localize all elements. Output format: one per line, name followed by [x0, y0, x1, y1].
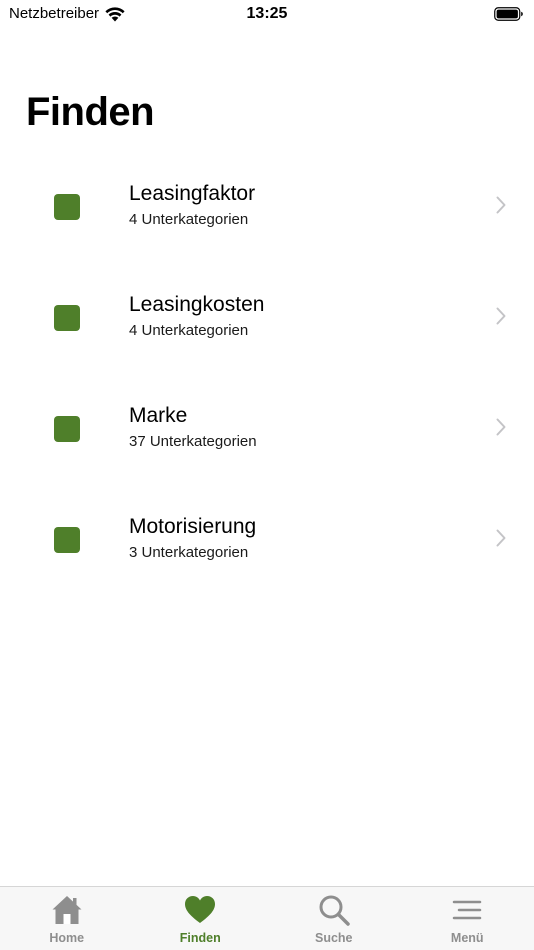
- list-item-motorisierung[interactable]: Motorisierung 3 Unterkategorien: [0, 483, 534, 594]
- list-item-title: Leasingkosten: [129, 293, 265, 316]
- tab-label: Menü: [450, 931, 484, 945]
- category-color-square: [54, 416, 80, 442]
- list-item-subtitle: 37 Unterkategorien: [129, 433, 257, 450]
- home-icon: [52, 896, 82, 924]
- tab-suche[interactable]: Suche: [267, 887, 401, 950]
- category-color-square: [54, 194, 80, 220]
- status-bar: Netzbetreiber 13:25: [0, 0, 534, 30]
- chevron-right-icon: [496, 196, 506, 214]
- category-color-square: [54, 305, 80, 331]
- list-item-leasingfaktor[interactable]: Leasingfaktor 4 Unterkategorien: [0, 150, 534, 261]
- search-icon: [319, 895, 350, 926]
- battery-icon: [494, 7, 523, 21]
- tab-menue[interactable]: Menü: [401, 887, 534, 950]
- list-item-title: Motorisierung: [129, 515, 257, 538]
- list-item-subtitle: 4 Unterkategorien: [129, 322, 249, 339]
- list-item-leasingkosten[interactable]: Leasingkosten 4 Unterkategorien: [0, 261, 534, 372]
- status-time: 13:25: [246, 5, 288, 22]
- list-item-marke[interactable]: Marke 37 Unterkategorien: [0, 372, 534, 483]
- list-item-subtitle: 3 Unterkategorien: [129, 544, 249, 561]
- page-title: Finden: [26, 90, 155, 134]
- list-item-title: Leasingfaktor: [129, 182, 256, 205]
- tab-label: Home: [49, 931, 85, 945]
- category-list: Leasingfaktor 4 Unterkategorien Leasingk…: [0, 150, 534, 594]
- heart-icon: [185, 896, 216, 923]
- category-color-square: [54, 527, 80, 553]
- list-item-title: Marke: [129, 404, 188, 427]
- chevron-right-icon: [496, 529, 506, 547]
- tab-home[interactable]: Home: [0, 887, 134, 950]
- menu-icon: [453, 900, 482, 920]
- chevron-right-icon: [496, 418, 506, 436]
- tab-finden[interactable]: Finden: [134, 887, 268, 950]
- tab-label: Finden: [179, 931, 221, 945]
- tab-bar: Home Finden Suche Menü: [0, 886, 534, 950]
- tab-label: Suche: [314, 931, 353, 945]
- chevron-right-icon: [496, 307, 506, 325]
- screen: Netzbetreiber 13:25 Finden Leasingfaktor…: [0, 0, 534, 950]
- list-item-subtitle: 4 Unterkategorien: [129, 211, 249, 228]
